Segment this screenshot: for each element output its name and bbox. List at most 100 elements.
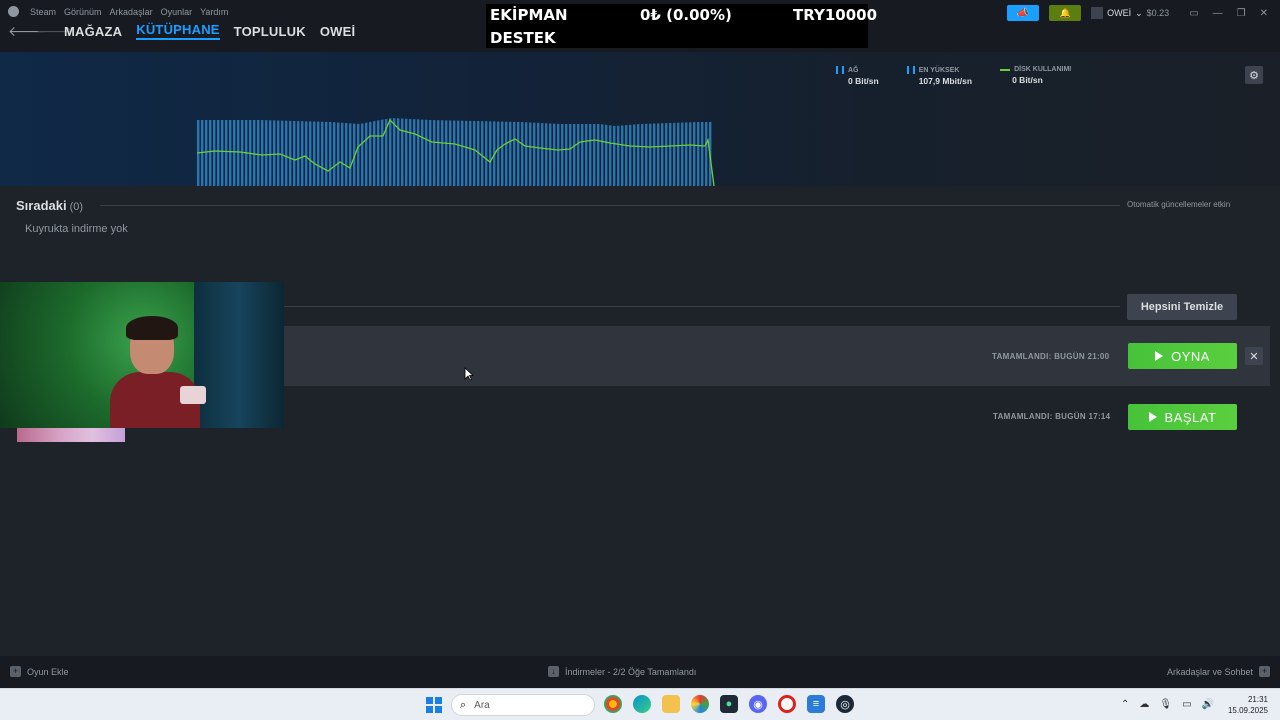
windows-taskbar: ⌕ Ara ● ◉ ≡ ◎ ⌃ ☁ 🎙 ▭ 🔊 21:31 15.09.2025 xyxy=(0,688,1280,720)
stat-disk: DİSK KULLANIMI 0 Bit/sn xyxy=(1000,66,1071,86)
downloads-status-button[interactable]: ↓ İndirmeler - 2/2 Öğe Tamamlandı xyxy=(548,666,696,677)
webcam-overlay xyxy=(0,282,284,428)
queue-heading: Sıradaki (0) xyxy=(16,198,83,213)
stat-peak-label: EN YÜKSEK xyxy=(918,66,960,74)
tab-community[interactable]: TOPLULUK xyxy=(234,24,306,39)
clock-date: 15.09.2025 xyxy=(1227,706,1268,715)
download-icon: ↓ xyxy=(548,666,559,677)
volume-icon[interactable]: 🔊 xyxy=(1202,699,1214,710)
divider xyxy=(100,205,1120,206)
clock-time: 21:31 xyxy=(1247,695,1268,704)
steam-taskbar-icon[interactable]: ◎ xyxy=(836,695,854,713)
bell-icon: 🔔 xyxy=(1059,7,1071,18)
network-bars xyxy=(197,118,712,186)
close-icon[interactable]: ✕ xyxy=(1260,8,1268,19)
mouse-cursor-icon xyxy=(464,367,474,381)
stat-network: AĞ 0 Bit/sn xyxy=(836,66,879,86)
system-tray: ⌃ ☁ 🎙 ▭ 🔊 xyxy=(1121,699,1214,710)
friends-chat-button[interactable]: Arkadaşlar ve Sohbet + xyxy=(1167,666,1270,677)
menu-item-steam[interactable]: Steam xyxy=(30,7,56,17)
stream-donation-overlay: EKİPMAN 0₺ (0.00%) TRY10000 DESTEK xyxy=(486,4,877,48)
minimize-icon[interactable]: — xyxy=(1213,8,1223,19)
title-bar: Steam Görünüm Arkadaşlar Oyunlar Yardım … xyxy=(0,0,1280,52)
top-right-controls: 📣 🔔 OWEİ ⌄ $0.23 ▭ — ❐ ✕ xyxy=(1007,4,1280,22)
file-explorer-icon[interactable] xyxy=(662,695,680,713)
stat-network-label: AĞ xyxy=(848,66,859,74)
taskbar-apps: ● ◉ ≡ ◎ xyxy=(604,695,854,713)
stat-disk-label: DİSK KULLANIMI xyxy=(1014,66,1072,73)
chevron-up-icon[interactable]: ⌃ xyxy=(1121,699,1129,710)
display-icon[interactable]: ▭ xyxy=(1182,699,1191,710)
forward-arrow-icon[interactable]: 🡒 xyxy=(36,23,74,40)
remove-item-button[interactable]: ✕ xyxy=(1245,347,1263,365)
chat-app-icon[interactable]: ● xyxy=(720,695,738,713)
opera-icon[interactable] xyxy=(778,695,796,713)
wallet-balance: $0.23 xyxy=(1146,8,1170,18)
notepad-icon[interactable]: ≡ xyxy=(807,695,825,713)
completion-status: TAMAMLANDI: BUGÜN 17:14 xyxy=(993,412,1111,421)
stat-peak: EN YÜKSEK 107,9 Mbit/sn xyxy=(906,66,973,86)
overlay-goal-progress: 0₺ (0.00%) xyxy=(640,6,732,24)
edge-icon[interactable] xyxy=(633,695,651,713)
clear-all-button[interactable]: Hepsini Temizle xyxy=(1127,294,1237,320)
line-chart-icon xyxy=(1000,68,1011,71)
announcements-button[interactable]: 📣 xyxy=(1007,5,1040,21)
bandwidth-chart xyxy=(196,118,715,187)
menu-item-view[interactable]: Görünüm xyxy=(64,7,102,17)
overlay-goal-target: TRY10000 xyxy=(793,6,878,24)
stat-network-value: 0 Bit/sn xyxy=(848,76,879,86)
notifications-button[interactable]: 🔔 xyxy=(1049,5,1082,21)
menu-bar: Steam Görünüm Arkadaşlar Oyunlar Yardım xyxy=(8,6,228,17)
taskbar-search-input[interactable]: ⌕ Ara xyxy=(451,694,595,716)
windows-start-icon[interactable] xyxy=(426,697,442,713)
tab-library[interactable]: KÜTÜPHANE xyxy=(136,22,220,40)
overlay-goal-label-2: DESTEK xyxy=(490,29,556,47)
tab-store[interactable]: MAĞAZA xyxy=(64,24,122,39)
search-icon: ⌕ xyxy=(460,698,467,711)
steam-logo-icon xyxy=(8,6,19,17)
chat-icon: + xyxy=(1259,666,1270,677)
webcam-curtain xyxy=(194,282,284,428)
overlay-goal-label: EKİPMAN xyxy=(490,6,568,24)
bar-chart-icon xyxy=(906,66,915,74)
launch-button[interactable]: BAŞLAT xyxy=(1128,404,1237,430)
settings-gear-icon[interactable]: ⚙ xyxy=(1245,66,1263,84)
menu-item-help[interactable]: Yardım xyxy=(200,7,228,17)
play-icon xyxy=(1155,351,1164,361)
search-placeholder: Ara xyxy=(474,699,490,711)
cloud-icon[interactable]: ☁ xyxy=(1139,699,1149,710)
account-menu[interactable]: OWEİ ⌄ $0.23 xyxy=(1091,7,1169,19)
streamer-figure xyxy=(110,316,206,428)
chevron-down-icon: ⌄ xyxy=(1135,7,1143,18)
bar-chart-icon xyxy=(836,66,844,74)
auto-updates-status: Otomatik güncellemeler etkin xyxy=(1127,200,1231,209)
divider xyxy=(284,306,1120,307)
microphone-icon[interactable]: 🎙 xyxy=(1159,699,1172,710)
add-game-button[interactable]: + Oyun Ekle xyxy=(10,666,69,677)
download-graph xyxy=(0,52,1280,187)
menu-item-games[interactable]: Oyunlar xyxy=(161,7,193,17)
steam-bottom-bar: + Oyun Ekle ↓ İndirmeler - 2/2 Öğe Tamam… xyxy=(0,656,1280,688)
tab-profile[interactable]: OWEİ xyxy=(320,24,355,39)
friends-chat-label: Arkadaşlar ve Sohbet xyxy=(1166,666,1253,677)
discord-icon[interactable]: ◉ xyxy=(749,695,767,713)
avatar xyxy=(1091,7,1104,19)
play-button[interactable]: OYNA xyxy=(1128,343,1237,369)
color-app-icon[interactable] xyxy=(691,695,709,713)
window-controls: ▭ — ❐ ✕ xyxy=(1189,8,1268,19)
queue-count: (0) xyxy=(69,201,84,213)
launch-button-label: BAŞLAT xyxy=(1164,409,1217,425)
game-thumbnail xyxy=(17,428,125,442)
back-arrow-icon[interactable]: 🡐 xyxy=(8,23,46,40)
maximize-icon[interactable]: ❐ xyxy=(1237,8,1246,19)
download-stats: AĞ 0 Bit/sn EN YÜKSEK 107,9 Mbit/sn DİSK… xyxy=(836,66,1071,86)
big-picture-icon[interactable]: ▭ xyxy=(1189,8,1198,19)
stat-peak-value: 107,9 Mbit/sn xyxy=(918,76,973,86)
completion-status: TAMAMLANDI: BUGÜN 21:00 xyxy=(992,352,1110,361)
play-button-label: OYNA xyxy=(1171,348,1210,364)
chrome-icon[interactable] xyxy=(604,695,622,713)
play-icon xyxy=(1148,412,1157,422)
stat-disk-value: 0 Bit/sn xyxy=(1012,75,1043,85)
taskbar-clock[interactable]: 21:31 15.09.2025 xyxy=(1228,694,1268,716)
menu-item-friends[interactable]: Arkadaşlar xyxy=(110,7,153,17)
